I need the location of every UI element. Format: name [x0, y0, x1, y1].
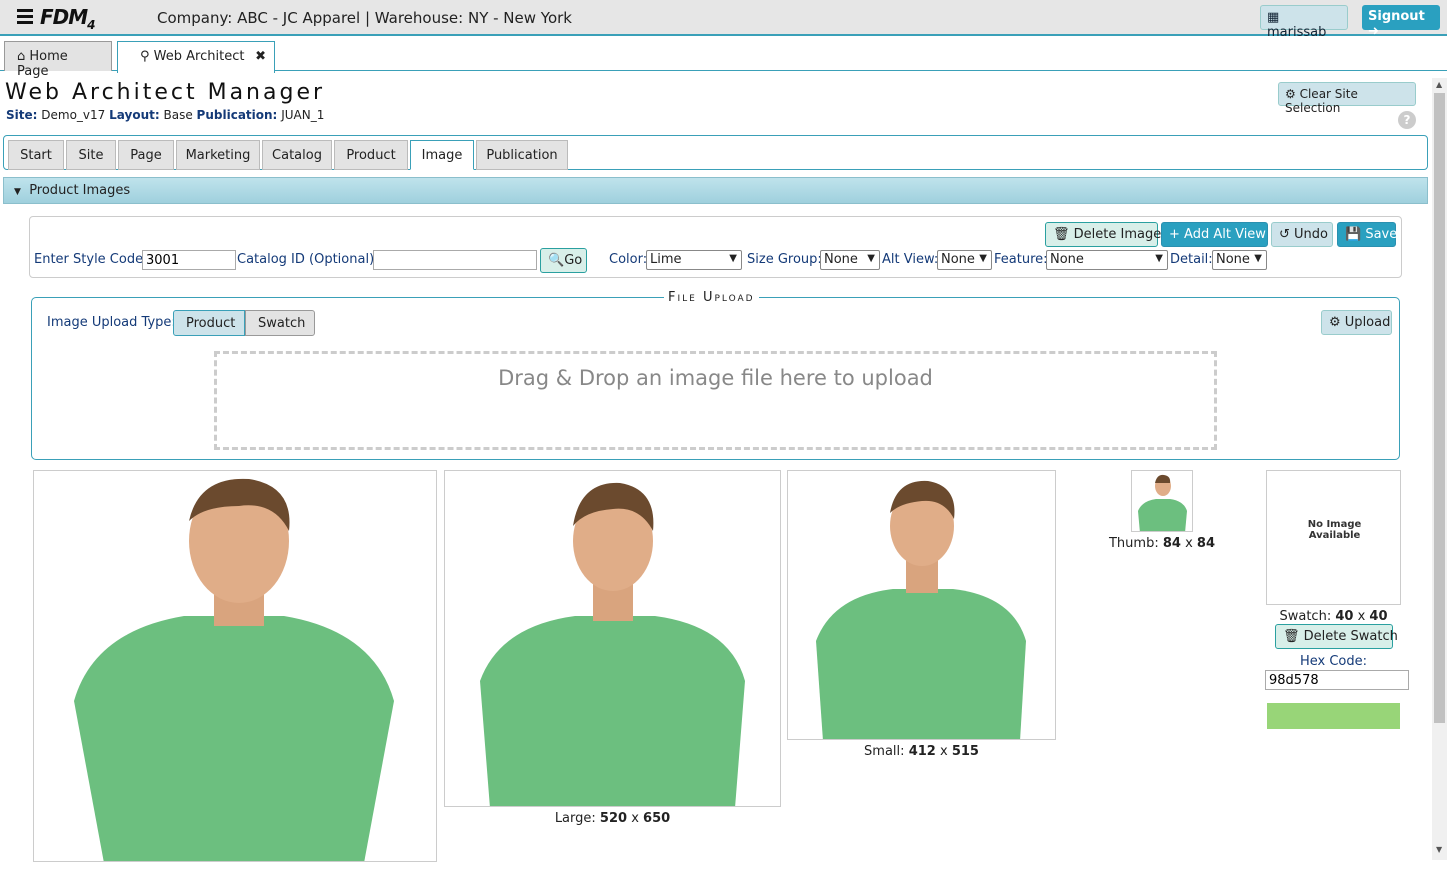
- color-label: Color:: [609, 252, 648, 267]
- color-select[interactable]: Lime ▼: [646, 250, 742, 270]
- thumb-size-caption: Thumb: 84 x 84: [1108, 536, 1216, 551]
- apps-grid-icon: ▦: [1267, 10, 1280, 25]
- tab-publication[interactable]: Publication: [476, 140, 568, 170]
- tab-page[interactable]: Page: [118, 140, 174, 170]
- swatch-size-caption: Swatch: 40 x 40: [1279, 609, 1388, 624]
- tab-marketing[interactable]: Marketing: [176, 140, 260, 170]
- trash-icon: 🗑: [1283, 629, 1300, 644]
- feature-select[interactable]: None ▼: [1046, 250, 1168, 270]
- detail-select[interactable]: None ▼: [1212, 250, 1267, 270]
- upload-type-swatch[interactable]: Swatch: [245, 310, 315, 336]
- signout-button[interactable]: Signout ➜: [1362, 5, 1440, 39]
- tab-web-architect[interactable]: ⚲ Web Architect ✖: [117, 41, 275, 73]
- alt-view-label: Alt View:: [882, 252, 939, 267]
- file-upload-legend: File Upload: [664, 290, 759, 305]
- signout-icon: ➜: [1368, 24, 1379, 39]
- upload-type-label: Image Upload Type:: [47, 315, 176, 330]
- upload-type-product[interactable]: Product: [173, 310, 245, 336]
- page-tab-strip: ⌂ Home Page ⚲ Web Architect ✖: [0, 38, 1447, 79]
- help-icon[interactable]: ?: [1398, 111, 1416, 129]
- thumb-image-frame: [1131, 470, 1193, 532]
- style-code-label: Enter Style Code:: [34, 252, 148, 267]
- catalog-id-label: Catalog ID (Optional):: [237, 252, 379, 267]
- home-icon: ⌂: [17, 49, 26, 64]
- large-size-caption: Large: 520 x 650: [554, 811, 671, 826]
- tab-image[interactable]: Image: [410, 140, 474, 170]
- upload-button[interactable]: ⚙ Upload: [1321, 310, 1392, 335]
- tab-product[interactable]: Product: [334, 140, 408, 170]
- hex-code-input[interactable]: [1265, 670, 1409, 690]
- chevron-down-icon: ▼: [1155, 253, 1163, 264]
- app-logo: FDM4: [40, 5, 96, 32]
- hex-code-label: Hex Code:: [1299, 654, 1368, 669]
- tab-site[interactable]: Site: [66, 140, 116, 170]
- model-photo: [1138, 474, 1187, 531]
- chevron-down-icon: ▼: [867, 253, 875, 264]
- close-tab-icon[interactable]: ✖: [255, 49, 266, 64]
- product-images-section-header[interactable]: ▼ Product Images: [3, 177, 1428, 204]
- model-photo: [816, 480, 1026, 739]
- site-info: Site: Demo_v17 Layout: Base Publication:…: [6, 108, 325, 122]
- hamburger-menu-icon[interactable]: [17, 9, 33, 24]
- model-photo: [480, 482, 745, 806]
- tab-start[interactable]: Start: [8, 140, 64, 170]
- drop-zone[interactable]: Drag & Drop an image file here to upload: [214, 351, 1217, 450]
- tab-home-page[interactable]: ⌂ Home Page: [4, 41, 112, 79]
- clear-site-selection-button[interactable]: ⚙ Clear Site Selection: [1278, 82, 1416, 115]
- chevron-down-icon: ▼: [729, 253, 737, 264]
- plus-icon: +: [1169, 227, 1180, 242]
- go-button[interactable]: 🔍Go: [540, 248, 587, 273]
- undo-button[interactable]: ↺ Undo: [1271, 222, 1333, 247]
- page-title: Web Architect Manager: [5, 80, 326, 105]
- size-group-label: Size Group:: [747, 252, 822, 267]
- no-image-text: No Image Available: [1307, 519, 1362, 541]
- gear-icon: ⚙: [1329, 315, 1341, 330]
- scrollbar-thumb[interactable]: [1434, 93, 1445, 723]
- user-menu-button[interactable]: ▦ marissab: [1260, 5, 1348, 40]
- small-size-caption: Small: 412 x 515: [864, 744, 979, 759]
- add-alt-view-button[interactable]: + Add Alt View: [1161, 222, 1268, 247]
- gear-icon: ⚙: [1285, 87, 1296, 101]
- feature-label: Feature:: [994, 252, 1048, 267]
- model-photo: [74, 478, 394, 861]
- trash-icon: 🗑: [1053, 227, 1070, 242]
- alt-view-select[interactable]: None ▼: [937, 250, 992, 270]
- style-code-input[interactable]: [142, 250, 236, 270]
- floppy-icon: 💾: [1345, 227, 1362, 242]
- chevron-down-icon: ▼: [979, 253, 987, 264]
- shirt: [74, 616, 394, 861]
- company-warehouse-line: Company: ABC - JC Apparel | Warehouse: N…: [157, 9, 572, 27]
- swatch-color-preview: [1267, 703, 1400, 729]
- chevron-down-icon: ▼: [1254, 253, 1262, 264]
- delete-image-button[interactable]: 🗑 Delete Image: [1045, 222, 1161, 247]
- catalog-id-input[interactable]: [373, 250, 537, 270]
- top-bar: FDM4 Company: ABC - JC Apparel | Warehou…: [0, 0, 1447, 40]
- delete-swatch-button[interactable]: 🗑 Delete Swatch: [1275, 624, 1398, 649]
- swatch-image-frame: No Image Available: [1266, 470, 1401, 605]
- small-image-frame: [787, 470, 1056, 740]
- save-button[interactable]: 💾 Save: [1337, 222, 1397, 247]
- caret-down-icon: ▼: [14, 187, 21, 197]
- scroll-up-icon[interactable]: ▲: [1436, 80, 1442, 89]
- scroll-down-icon[interactable]: ▼: [1436, 845, 1442, 854]
- tab-catalog[interactable]: Catalog: [262, 140, 332, 170]
- undo-icon: ↺: [1279, 227, 1290, 242]
- size-group-select[interactable]: None ▼: [820, 250, 880, 270]
- search-icon: 🔍: [548, 253, 565, 268]
- detail-label: Detail:: [1170, 252, 1213, 267]
- large-image-frame: [444, 470, 781, 807]
- pin-icon: ⚲: [140, 49, 150, 64]
- main-tab-bar: Start Site Page Marketing Catalog Produc…: [3, 135, 1428, 170]
- large-image-preview: [33, 470, 437, 862]
